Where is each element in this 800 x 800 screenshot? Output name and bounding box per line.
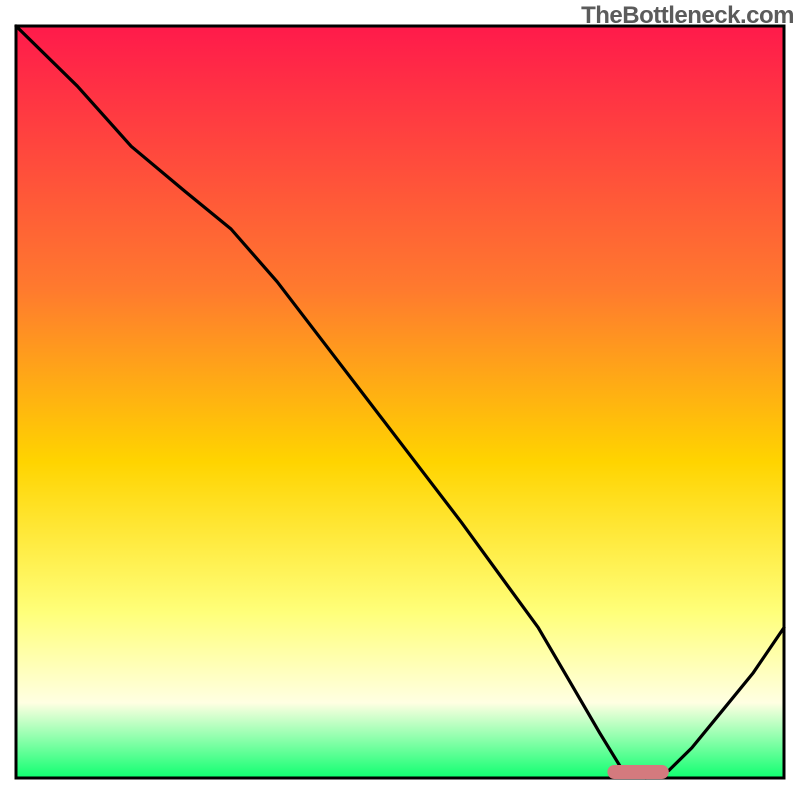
chart-bottleneck: TheBottleneck.com: [0, 0, 800, 800]
plot-area: [16, 26, 784, 778]
gradient-background: [16, 26, 784, 778]
chart-canvas: [0, 0, 800, 800]
optimum-marker: [607, 765, 668, 779]
watermark-text: TheBottleneck.com: [581, 2, 794, 30]
